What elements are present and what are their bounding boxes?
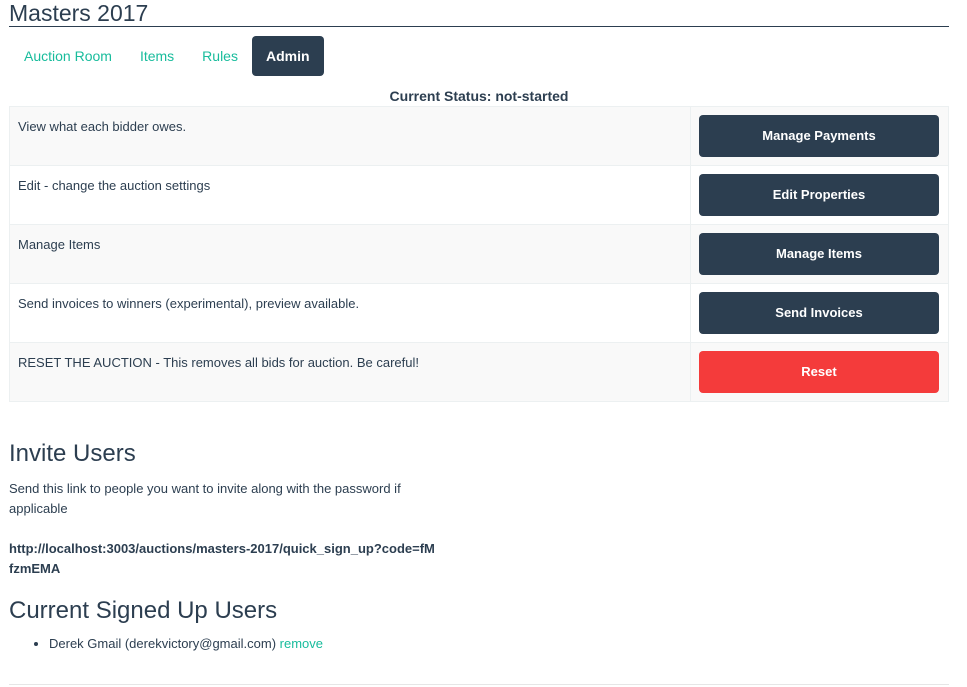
nav-tabs: Auction Room Items Rules Admin bbox=[10, 36, 324, 76]
manage-payments-button[interactable]: Manage Payments bbox=[699, 115, 939, 157]
signed-up-users-list: Derek Gmail (derekvictory@gmail.com) rem… bbox=[9, 635, 323, 653]
send-invoices-button[interactable]: Send Invoices bbox=[699, 292, 939, 334]
tab-admin[interactable]: Admin bbox=[252, 36, 324, 76]
auction-status: Current Status: not-started bbox=[9, 87, 949, 105]
admin-actions-table: View what each bidder owes. Manage Payme… bbox=[9, 106, 949, 402]
row-description: RESET THE AUCTION - This removes all bid… bbox=[10, 343, 691, 402]
page-title: Masters 2017 bbox=[9, 0, 949, 27]
invite-link: http://localhost:3003/auctions/masters-2… bbox=[9, 539, 439, 579]
table-row: View what each bidder owes. Manage Payme… bbox=[10, 107, 949, 166]
divider bbox=[9, 684, 949, 685]
invite-instructions: Send this link to people you want to inv… bbox=[9, 479, 439, 519]
table-row: Edit - change the auction settings Edit … bbox=[10, 166, 949, 225]
row-description: Edit - change the auction settings bbox=[10, 166, 691, 225]
user-name: Derek Gmail (derekvictory@gmail.com) bbox=[49, 636, 276, 651]
remove-user-link[interactable]: remove bbox=[280, 636, 323, 651]
edit-properties-button[interactable]: Edit Properties bbox=[699, 174, 939, 216]
reset-button[interactable]: Reset bbox=[699, 351, 939, 393]
tab-items[interactable]: Items bbox=[126, 36, 188, 76]
list-item: Derek Gmail (derekvictory@gmail.com) rem… bbox=[49, 635, 323, 653]
row-description: Manage Items bbox=[10, 225, 691, 284]
row-description: Send invoices to winners (experimental),… bbox=[10, 284, 691, 343]
tab-rules[interactable]: Rules bbox=[188, 36, 252, 76]
table-row: RESET THE AUCTION - This removes all bid… bbox=[10, 343, 949, 402]
row-description: View what each bidder owes. bbox=[10, 107, 691, 166]
table-row: Send invoices to winners (experimental),… bbox=[10, 284, 949, 343]
invite-users-heading: Invite Users bbox=[9, 440, 136, 468]
table-row: Manage Items Manage Items bbox=[10, 225, 949, 284]
tab-auction-room[interactable]: Auction Room bbox=[10, 36, 126, 76]
manage-items-button[interactable]: Manage Items bbox=[699, 233, 939, 275]
signed-up-users-heading: Current Signed Up Users bbox=[9, 597, 277, 625]
